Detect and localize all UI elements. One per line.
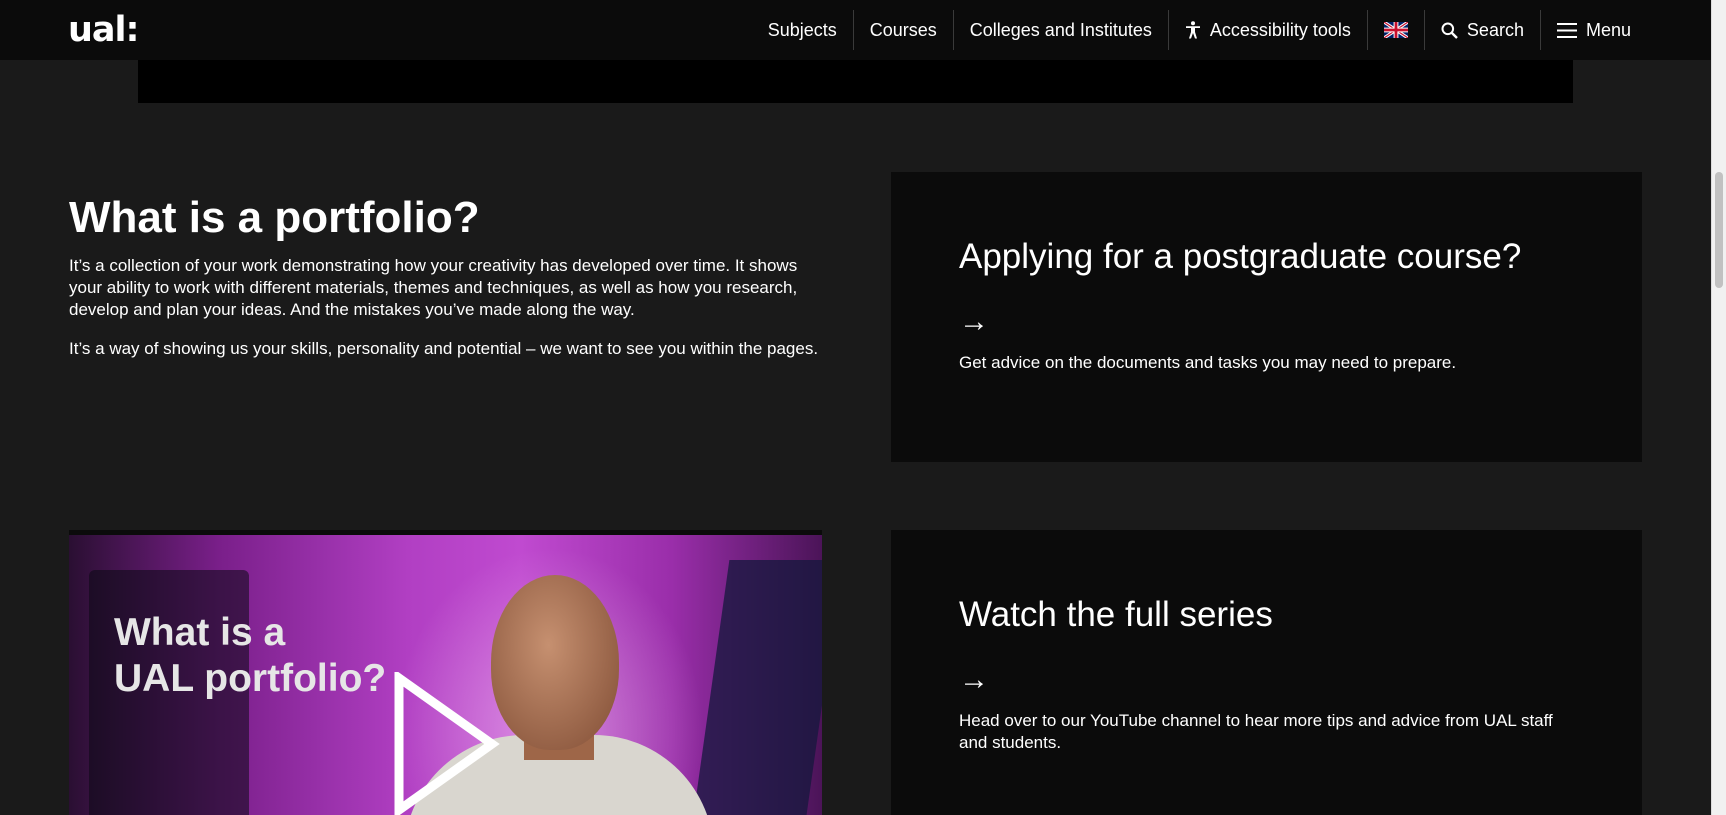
thumbnail-border: [69, 530, 822, 535]
section-title: What is a portfolio?: [69, 193, 480, 242]
play-icon[interactable]: [392, 669, 502, 815]
search-button[interactable]: Search: [1425, 10, 1540, 50]
video-thumbnail[interactable]: What is a UAL portfolio?: [69, 530, 822, 815]
search-label: Search: [1466, 19, 1524, 40]
nav-subjects-label: Subjects: [767, 19, 837, 40]
page-scrollbar[interactable]: [1711, 0, 1726, 815]
nav-colleges[interactable]: Colleges and Institutes: [954, 10, 1168, 50]
card-title: Applying for a postgraduate course?: [959, 237, 1522, 276]
nav-courses-label: Courses: [869, 19, 937, 40]
nav-colleges-label: Colleges and Institutes: [969, 19, 1152, 40]
nav-subjects[interactable]: Subjects: [752, 10, 853, 50]
postgraduate-advice-card[interactable]: Applying for a postgraduate course? → Ge…: [891, 172, 1642, 462]
embedded-video-frame[interactable]: [138, 60, 1573, 103]
site-header: ual: Subjects Courses Colleges and Insti…: [0, 0, 1711, 60]
main-nav: Subjects Courses Colleges and Institutes…: [752, 10, 1647, 50]
person-figure: [491, 575, 619, 750]
intro-paragraph: It’s a collection of your work demonstra…: [69, 256, 798, 319]
card-description: Get advice on the documents and tasks yo…: [959, 353, 1457, 372]
scrollbar-thumb[interactable]: [1715, 172, 1723, 288]
hamburger-menu-icon: [1556, 22, 1577, 38]
card-description: Head over to our YouTube channel to hear…: [959, 711, 1553, 752]
search-icon: [1441, 22, 1458, 39]
accessibility-icon: [1185, 21, 1201, 39]
studio-equipment: [688, 560, 822, 815]
menu-label: Menu: [1585, 19, 1631, 40]
arrow-right-icon: →: [959, 305, 989, 338]
thumbnail-caption-line: What is a: [114, 611, 286, 654]
ual-logo[interactable]: ual:: [68, 12, 140, 48]
arrow-right-icon: →: [959, 663, 989, 696]
card-title: Watch the full series: [959, 595, 1273, 634]
uk-flag-icon: [1383, 22, 1408, 38]
thumbnail-caption: What is a UAL portfolio?: [114, 610, 386, 702]
thumbnail-caption-line: UAL portfolio?: [114, 657, 387, 700]
nav-accessibility-label: Accessibility tools: [1209, 19, 1351, 40]
watch-series-card[interactable]: Watch the full series → Head over to our…: [891, 530, 1642, 815]
intro-paragraph: It’s a way of showing us your skills, pe…: [69, 339, 819, 358]
menu-button[interactable]: Menu: [1541, 10, 1647, 50]
nav-accessibility-tools[interactable]: Accessibility tools: [1169, 10, 1367, 50]
nav-courses[interactable]: Courses: [854, 10, 953, 50]
language-selector[interactable]: [1368, 10, 1424, 50]
